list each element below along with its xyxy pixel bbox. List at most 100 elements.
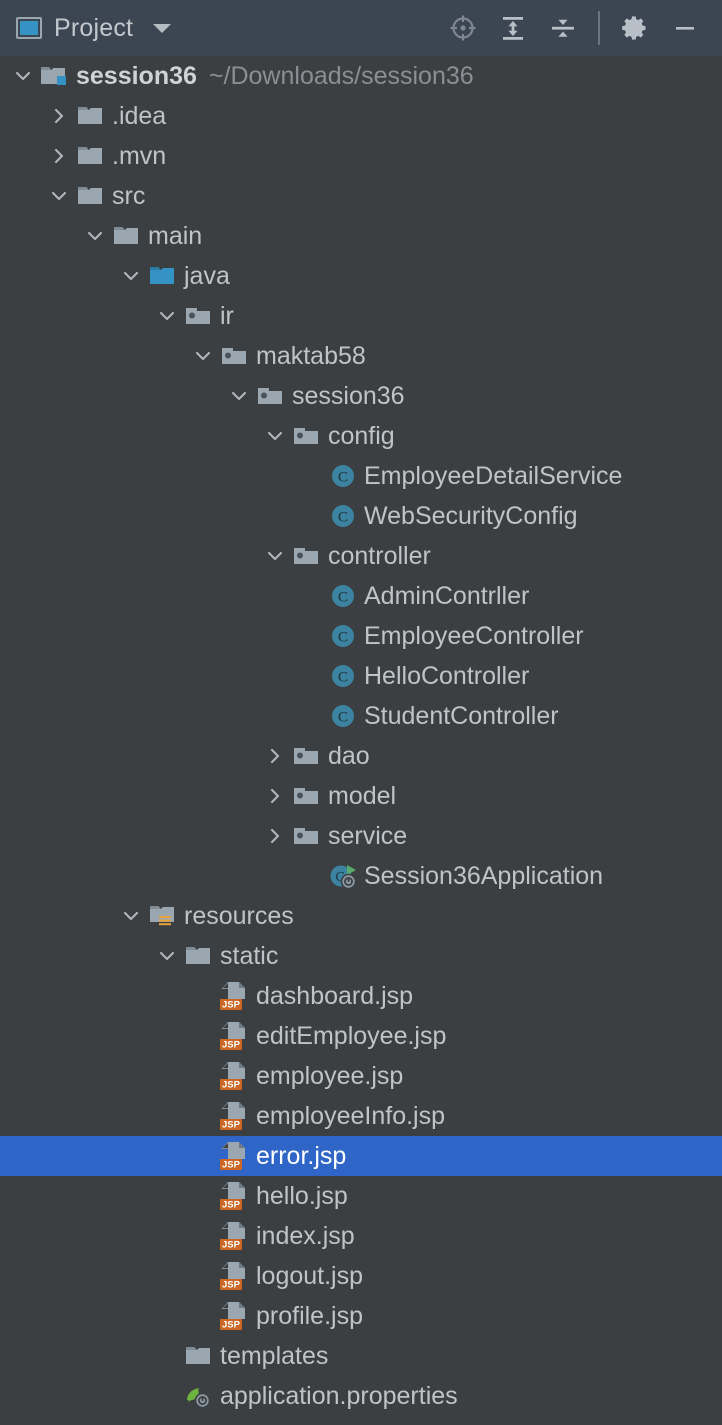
chevron-right-icon[interactable] — [44, 96, 74, 136]
chevron-down-icon[interactable] — [116, 896, 146, 936]
tree-twisty-placeholder — [188, 1016, 218, 1056]
tree-row[interactable]: JSP profile.jsp — [0, 1296, 722, 1336]
java-class-icon: C — [326, 576, 360, 616]
jsp-file-icon: JSP — [220, 1302, 245, 1331]
package-icon — [294, 428, 318, 444]
hide-tool-window-button[interactable] — [660, 6, 710, 50]
tree-row-path: ~/Downloads/session36 — [208, 62, 474, 90]
tree-row[interactable]: .mvn — [0, 136, 722, 176]
project-tree[interactable]: session36 ~/Downloads/session36 .idea .mv… — [0, 56, 722, 1416]
chevron-down-icon[interactable] — [260, 536, 290, 576]
jsp-file-icon: JSP — [218, 1176, 252, 1216]
tree-row[interactable]: C HelloController — [0, 656, 722, 696]
tree-row[interactable]: resources — [0, 896, 722, 936]
tree-row[interactable]: controller — [0, 536, 722, 576]
chevron-down-icon[interactable] — [8, 56, 38, 96]
chevron-down-icon — [123, 911, 139, 921]
tree-row[interactable]: JSP error.jsp — [0, 1136, 722, 1176]
locate-file-button[interactable] — [438, 6, 488, 50]
chevron-down-icon[interactable] — [116, 256, 146, 296]
tree-row[interactable]: ir — [0, 296, 722, 336]
tree-twisty-placeholder — [296, 656, 326, 696]
tree-row[interactable]: session36 — [0, 376, 722, 416]
tree-row[interactable]: .idea — [0, 96, 722, 136]
tree-row[interactable]: C StudentController — [0, 696, 722, 736]
tree-row[interactable]: session36 ~/Downloads/session36 — [0, 56, 722, 96]
chevron-down-icon[interactable] — [80, 216, 110, 256]
chevron-down-icon — [231, 391, 247, 401]
tree-twisty-placeholder — [188, 1176, 218, 1216]
tree-row[interactable]: static — [0, 936, 722, 976]
jsp-file-icon: JSP — [220, 1262, 245, 1291]
tree-row-label: Session36Application — [364, 862, 604, 890]
tree-row[interactable]: JSP dashboard.jsp — [0, 976, 722, 1016]
chevron-down-icon[interactable] — [188, 336, 218, 376]
tree-twisty-placeholder — [188, 1056, 218, 1096]
tree-row[interactable]: C EmployeeDetailService — [0, 456, 722, 496]
tree-row-label: editEmployee.jsp — [256, 1022, 447, 1050]
tree-row[interactable]: JSP editEmployee.jsp — [0, 1016, 722, 1056]
chevron-right-icon[interactable] — [44, 136, 74, 176]
jsp-file-icon: JSP — [218, 1216, 252, 1256]
chevron-down-icon[interactable] — [224, 376, 254, 416]
chevron-down-icon[interactable] — [153, 23, 172, 33]
tree-row[interactable]: JSP logout.jsp — [0, 1256, 722, 1296]
resources-root-folder-icon — [150, 906, 174, 926]
chevron-down-icon[interactable] — [260, 416, 290, 456]
package-icon — [290, 736, 324, 776]
jsp-file-icon: JSP — [218, 1136, 252, 1176]
tree-row[interactable]: config — [0, 416, 722, 456]
java-class-icon: C — [332, 585, 354, 607]
tree-row[interactable]: C EmployeeController — [0, 616, 722, 656]
tree-row[interactable]: C Session36Application — [0, 856, 722, 896]
project-window-icon — [16, 17, 42, 39]
tree-row[interactable]: src — [0, 176, 722, 216]
settings-gear-icon — [622, 16, 646, 40]
jsp-file-icon: JSP — [220, 1182, 245, 1211]
tree-row[interactable]: service — [0, 816, 722, 856]
chevron-right-icon[interactable] — [260, 776, 290, 816]
tree-row-label: AdminContrller — [364, 582, 530, 610]
tree-twisty-placeholder — [296, 856, 326, 896]
tree-row[interactable]: main — [0, 216, 722, 256]
java-class-icon: C — [332, 625, 354, 647]
module-folder-icon — [41, 67, 66, 85]
tree-row[interactable]: JSP hello.jsp — [0, 1176, 722, 1216]
svg-text:C: C — [338, 510, 348, 526]
tree-row[interactable]: java — [0, 256, 722, 296]
tree-row-label: maktab58 — [256, 342, 366, 370]
chevron-down-icon[interactable] — [152, 936, 182, 976]
tree-row[interactable]: C AdminContrller — [0, 576, 722, 616]
collapse-all-button[interactable] — [538, 6, 588, 50]
tree-row[interactable]: dao — [0, 736, 722, 776]
source-root-folder-icon — [146, 256, 180, 296]
tree-row[interactable]: application.properties — [0, 1376, 722, 1416]
tree-row[interactable]: maktab58 — [0, 336, 722, 376]
chevron-right-icon[interactable] — [260, 736, 290, 776]
settings-button[interactable] — [610, 6, 660, 50]
tree-twisty-placeholder — [188, 1296, 218, 1336]
jsp-file-icon: JSP — [218, 1296, 252, 1336]
chevron-down-icon[interactable] — [44, 176, 74, 216]
tree-row[interactable]: JSP index.jsp — [0, 1216, 722, 1256]
tree-row[interactable]: JSP employeeInfo.jsp — [0, 1096, 722, 1136]
expand-all-button[interactable] — [488, 6, 538, 50]
tree-row[interactable]: C WebSecurityConfig — [0, 496, 722, 536]
project-tool-window-title-group[interactable]: Project — [16, 14, 172, 43]
chevron-down-icon[interactable] — [152, 296, 182, 336]
chevron-right-icon[interactable] — [260, 816, 290, 856]
tree-row[interactable]: templates — [0, 1336, 722, 1376]
tree-row[interactable]: JSP employee.jsp — [0, 1056, 722, 1096]
package-icon — [182, 296, 216, 336]
tree-row[interactable]: model — [0, 776, 722, 816]
